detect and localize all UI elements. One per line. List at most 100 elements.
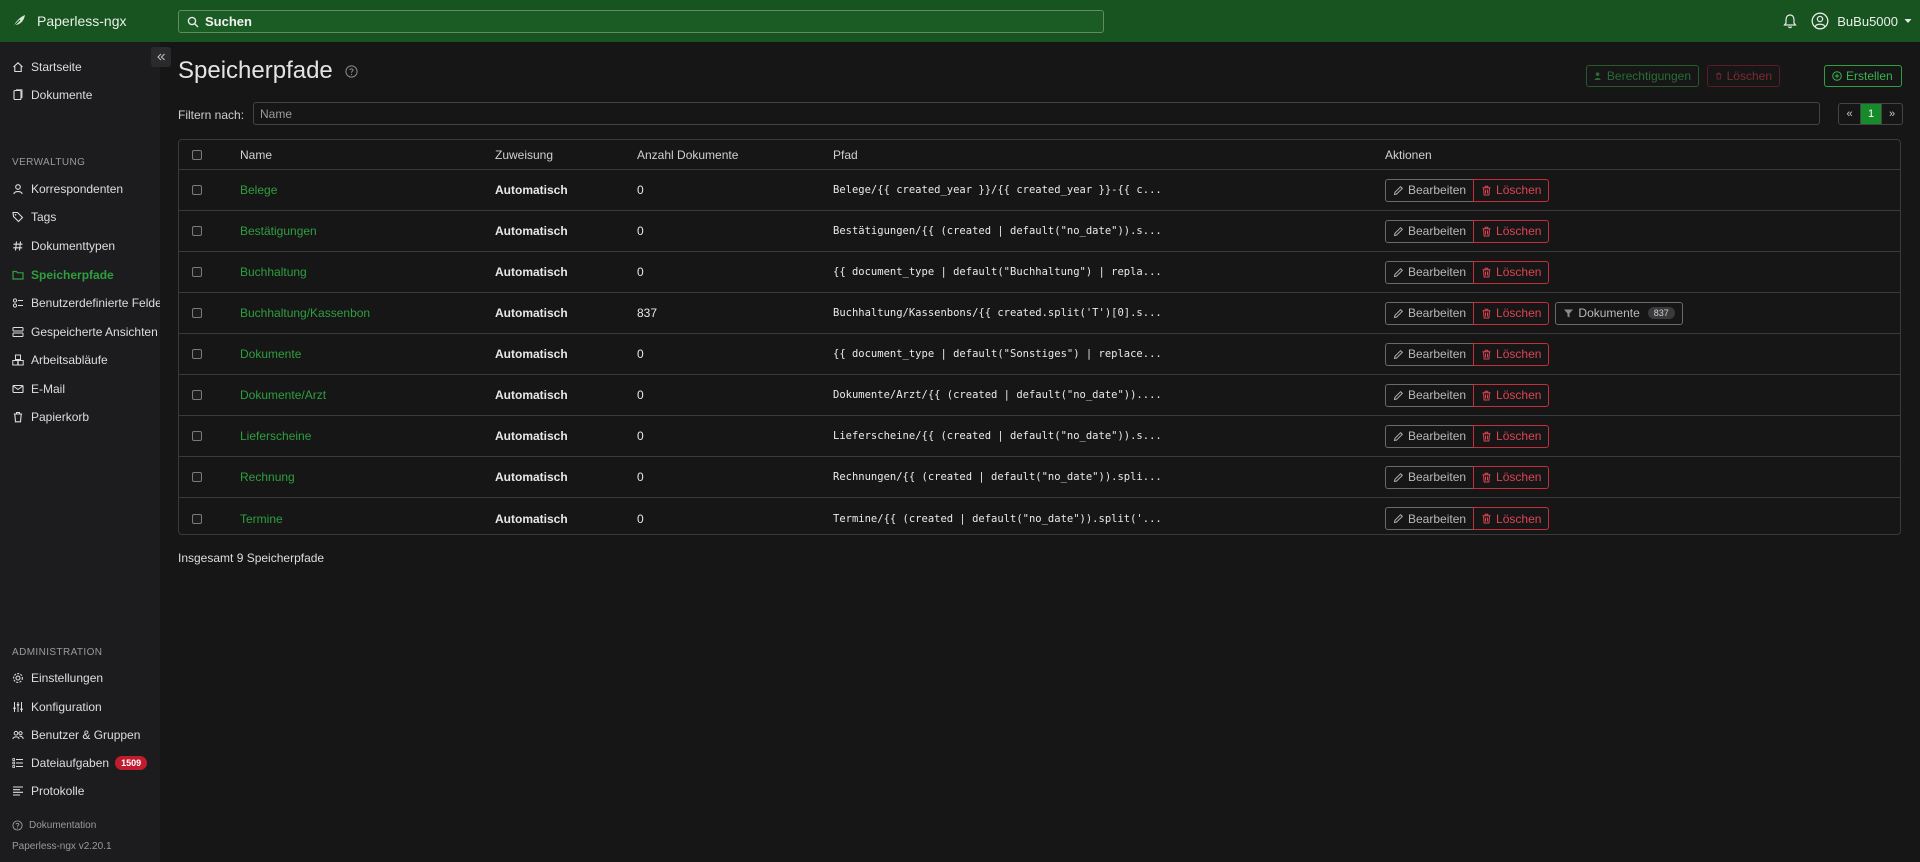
permissions-button[interactable]: Berechtigungen — [1586, 65, 1699, 87]
chevron-double-left-icon — [157, 53, 165, 61]
row-checkbox[interactable] — [192, 308, 202, 318]
edit-button[interactable]: Bearbeiten — [1385, 301, 1475, 325]
row-checkbox[interactable] — [192, 185, 202, 195]
show-documents-button[interactable]: Dokumente 837 — [1555, 301, 1683, 325]
delete-button[interactable]: Löschen — [1473, 219, 1550, 243]
trash-icon — [1482, 185, 1491, 195]
sidebar-item-gespeicherte-ansichten[interactable]: Gespeicherte Ansichten — [12, 325, 158, 339]
pencil-icon — [1393, 349, 1404, 359]
path-name-link[interactable]: Lieferscheine — [240, 416, 311, 456]
page-title-text: Speicherpfade — [178, 57, 333, 84]
delete-button[interactable]: Löschen — [1473, 301, 1550, 325]
delete-button[interactable]: Löschen — [1473, 465, 1550, 489]
brand-link[interactable]: Paperless-ngx — [0, 13, 178, 29]
sidebar-item-dokumenttypen[interactable]: Dokumenttypen — [12, 239, 115, 253]
path-name-link[interactable]: Termine — [240, 498, 283, 534]
total-count: Insgesamt 9 Speicherpfade — [178, 551, 325, 565]
documentation-link[interactable]: Dokumentation — [12, 820, 96, 831]
sidebar-item-papierkorb[interactable]: Papierkorb — [12, 410, 89, 424]
page-title: Speicherpfade — [178, 57, 358, 85]
edit-button[interactable]: Bearbeiten — [1385, 465, 1475, 489]
delete-button[interactable]: Löschen — [1473, 507, 1550, 530]
sidebar-item-konfiguration[interactable]: Konfiguration — [12, 700, 102, 714]
row-checkbox[interactable] — [192, 513, 202, 524]
row-checkbox[interactable] — [192, 267, 202, 277]
pagination-prev[interactable]: « — [1839, 104, 1860, 124]
row-checkbox[interactable] — [192, 226, 202, 236]
matching-algorithm: Automatisch — [495, 429, 568, 443]
delete-button[interactable]: Löschen — [1473, 424, 1550, 448]
delete-button[interactable]: Löschen — [1473, 178, 1550, 202]
select-all-checkbox[interactable] — [192, 149, 202, 160]
filter-name-input[interactable] — [253, 102, 1820, 125]
edit-button[interactable]: Bearbeiten — [1385, 178, 1475, 202]
help-question-icon[interactable] — [345, 64, 358, 78]
bulk-delete-button[interactable]: Löschen — [1707, 65, 1780, 87]
sidebar-item-benutzer-gruppen[interactable]: Benutzer & Gruppen — [12, 728, 140, 742]
sidebar-item-label: Dokumenttypen — [31, 239, 116, 253]
delete-label: Löschen — [1496, 265, 1542, 279]
sidebar-collapse-button[interactable] — [151, 47, 171, 67]
row-checkbox[interactable] — [192, 431, 202, 441]
edit-button[interactable]: Bearbeiten — [1385, 507, 1475, 530]
path-name-link[interactable]: Rechnung — [240, 457, 295, 497]
section-heading-verwaltung: VERWALTUNG — [12, 157, 86, 168]
path-name-link[interactable]: Belege — [240, 170, 277, 210]
delete-button[interactable]: Löschen — [1473, 342, 1550, 366]
path-name-link[interactable]: Dokumente — [240, 334, 301, 374]
edit-button[interactable]: Bearbeiten — [1385, 342, 1475, 366]
path-template: Termine/{{ (created | default("no_date")… — [833, 512, 1162, 525]
search-input[interactable] — [205, 14, 1085, 29]
section-heading-administration: ADMINISTRATION — [12, 647, 103, 658]
sidebar-item-label: Protokolle — [31, 784, 85, 798]
row-checkbox[interactable] — [192, 390, 202, 400]
edit-button[interactable]: Bearbeiten — [1385, 383, 1475, 407]
document-count: 0 — [637, 265, 644, 279]
path-name-link[interactable]: Buchhaltung — [240, 252, 307, 292]
row-checkbox[interactable] — [192, 472, 202, 482]
header-pfad[interactable]: Pfad — [833, 140, 858, 169]
app-name: Paperless-ngx — [37, 13, 127, 29]
sidebar-item-protokolle[interactable]: Protokolle — [12, 784, 84, 798]
pagination-next[interactable]: » — [1881, 104, 1902, 124]
global-search[interactable] — [178, 10, 1104, 33]
row-actions: Bearbeiten Löschen — [1385, 170, 1550, 210]
pagination: « 1 » — [1838, 103, 1903, 125]
sidebar-item-tags[interactable]: Tags — [12, 210, 56, 224]
sidebar-item-dokumente[interactable]: Dokumente — [12, 88, 92, 102]
sidebar-item-korrespondenten[interactable]: Korrespondenten — [12, 182, 123, 196]
path-name-link[interactable]: Dokumente/Arzt — [240, 375, 326, 415]
delete-button[interactable]: Löschen — [1473, 383, 1550, 407]
delete-button[interactable]: Löschen — [1473, 260, 1550, 284]
header-name[interactable]: Name — [240, 140, 272, 169]
path-template: Belege/{{ created_year }}/{{ created_yea… — [833, 184, 1162, 196]
view-list-icon — [12, 327, 24, 337]
sidebar-item-benutzerdefinierte-felder[interactable]: Benutzerdefinierte Felder — [12, 296, 160, 310]
list-task-icon — [12, 758, 23, 768]
sidebar-item-startseite[interactable]: Startseite — [12, 60, 82, 74]
table-row: Termine Automatisch 0 Termine/{{ (create… — [179, 498, 1900, 534]
header-anzahl[interactable]: Anzahl Dokumente — [637, 140, 738, 169]
path-name-link[interactable]: Bestätigungen — [240, 211, 317, 251]
row-checkbox[interactable] — [192, 349, 202, 359]
sidebar-item-e-mail[interactable]: E-Mail — [12, 382, 65, 396]
pagination-page-1[interactable]: 1 — [1860, 104, 1881, 124]
header-zuweisung[interactable]: Zuweisung — [495, 140, 553, 169]
delete-label: Löschen — [1726, 69, 1772, 83]
edit-button[interactable]: Bearbeiten — [1385, 424, 1475, 448]
create-button[interactable]: Erstellen — [1824, 65, 1902, 87]
sidebar-item-speicherpfade[interactable]: Speicherpfade — [12, 268, 114, 282]
filter-label: Filtern nach: — [178, 108, 245, 122]
matching-algorithm: Automatisch — [495, 183, 568, 197]
path-name-link[interactable]: Buchhaltung/Kassenbon — [240, 293, 370, 333]
select-all-checkbox-cell — [192, 140, 202, 169]
sidebar-item-einstellungen[interactable]: Einstellungen — [12, 671, 103, 685]
user-menu[interactable]: BuBu5000 — [1811, 12, 1912, 30]
sidebar-item-arbeitsablaeufe[interactable]: Arbeitsabläufe — [12, 353, 108, 367]
edit-button[interactable]: Bearbeiten — [1385, 260, 1475, 284]
notification-bell-icon[interactable] — [1782, 13, 1798, 29]
edit-label: Bearbeiten — [1408, 183, 1467, 197]
edit-button[interactable]: Bearbeiten — [1385, 219, 1475, 243]
sidebar-item-dateiaufgaben[interactable]: Dateiaufgaben 1509 — [12, 756, 148, 770]
version-label: Paperless-ngx v2.20.1 — [12, 841, 112, 852]
